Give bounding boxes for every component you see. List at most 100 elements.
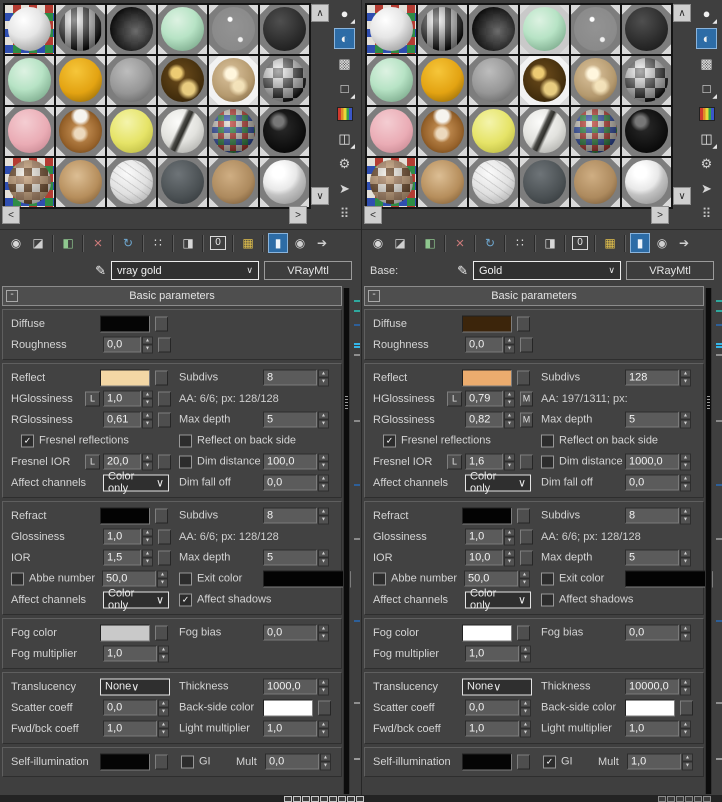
spin-down-button[interactable]: ▼ (318, 419, 329, 428)
spin-down-button[interactable]: ▼ (504, 419, 515, 428)
refract-affect-channels-dropdown[interactable]: Color only ∨ (465, 588, 531, 612)
material-slot-yellow[interactable] (107, 107, 156, 156)
reflect-map-button[interactable] (517, 370, 530, 385)
refract-subdivs-field[interactable]: 8 (625, 507, 679, 524)
ior-field[interactable]: 10,0 (465, 549, 503, 566)
video-color-check-icon[interactable] (696, 103, 717, 124)
material-slot-dark-gray[interactable] (622, 5, 671, 54)
spin-up-button[interactable]: ▲ (680, 411, 691, 420)
dim-distance-spinner[interactable]: ▲ ▼ (318, 453, 329, 470)
fwd-bck-coeff-field[interactable]: 1,0 (465, 720, 519, 737)
material-slot-dark-gray[interactable] (260, 5, 309, 54)
fog-bias-field[interactable]: 0,0 (263, 624, 317, 641)
fresnel-ior-spinner[interactable]: ▲ ▼ (142, 453, 153, 470)
params-scrollbar[interactable] (705, 288, 712, 794)
material-map-navigator-icon[interactable]: ⠿ (696, 203, 717, 224)
abbe-number-field[interactable]: 50,0 (102, 570, 156, 587)
params-scrollbar[interactable] (343, 288, 350, 794)
roughness-map-button[interactable] (158, 337, 171, 352)
spin-down-button[interactable]: ▼ (504, 344, 515, 353)
abbe-number-checkbox[interactable] (373, 572, 386, 585)
spin-down-button[interactable]: ▼ (680, 515, 691, 524)
spin-up-button[interactable]: ▲ (142, 528, 153, 537)
reflect-map-button[interactable] (155, 370, 168, 385)
ior-field[interactable]: 1,5 (103, 549, 141, 566)
light-multiplier-field[interactable]: 1,0 (263, 720, 317, 737)
fresnel-reflections-checkbox[interactable]: ✓ (383, 434, 396, 447)
make-preview-icon[interactable]: ◫ ◢ (696, 128, 717, 151)
spin-up-button[interactable]: ▲ (504, 528, 515, 537)
reflect-affect-channels-dropdown[interactable]: Color only ∨ (103, 471, 169, 495)
exit-color-checkbox[interactable] (541, 572, 554, 585)
translucency-dropdown[interactable]: None ∨ (100, 678, 170, 695)
spin-down-button[interactable]: ▼ (158, 653, 169, 662)
palette-scroll-up-button[interactable]: ∧ (673, 4, 691, 22)
hglossiness-field[interactable]: 1,0 (103, 390, 141, 407)
mult-field[interactable]: 0,0 (265, 753, 319, 770)
gi-checkbox[interactable] (181, 755, 194, 768)
spin-up-button[interactable]: ▲ (157, 570, 168, 579)
material-slot-gray[interactable] (469, 56, 518, 105)
abbe-number-field[interactable]: 50,0 (464, 570, 518, 587)
fog-multiplier-field[interactable]: 1,0 (103, 645, 157, 662)
sample-type-sphere-icon[interactable]: ● ◢ (696, 3, 717, 25)
spin-down-button[interactable]: ▼ (320, 761, 331, 770)
ior-map-button[interactable] (158, 550, 171, 565)
spin-down-button[interactable]: ▼ (504, 557, 515, 566)
dim-distance-field[interactable]: 1000,0 (625, 453, 679, 470)
material-slot-white-glossy-on-checker[interactable] (5, 5, 54, 54)
palette-scroll-right-button[interactable]: > (289, 206, 307, 224)
params-scrollbar-thumb[interactable] (344, 288, 349, 794)
spin-up-button[interactable]: ▲ (680, 720, 691, 729)
spin-up-button[interactable]: ▲ (504, 390, 515, 399)
fresnel-ior-lock-button[interactable]: L (85, 454, 100, 469)
palette-scroll-down-button[interactable]: ∨ (311, 187, 329, 205)
params-scrollbar-thumb[interactable] (706, 288, 711, 794)
hglossiness-spinner[interactable]: ▲ ▼ (504, 390, 515, 407)
collapse-icon[interactable]: - (368, 290, 380, 302)
thickness-field[interactable]: 10000,0 (625, 678, 679, 695)
ior-spinner[interactable]: ▲ ▼ (504, 549, 515, 566)
go-to-parent-icon[interactable]: ◉ (652, 233, 672, 253)
roughness-field[interactable]: 0,0 (465, 336, 503, 353)
rollout-header[interactable]: - Basic parameters (2, 286, 342, 306)
spin-down-button[interactable]: ▼ (680, 728, 691, 737)
abbe-number-checkbox[interactable] (11, 572, 24, 585)
scatter-coeff-field[interactable]: 0,0 (465, 699, 519, 716)
affect-shadows-checkbox[interactable] (541, 593, 554, 606)
material-slot-beige-gold-shiny[interactable] (209, 56, 258, 105)
background-checker-icon[interactable]: ▩ (334, 53, 355, 74)
fwd-bck-coeff-field[interactable]: 1,0 (103, 720, 157, 737)
spin-down-button[interactable]: ▼ (680, 419, 691, 428)
refract-glossiness-field[interactable]: 1,0 (103, 528, 141, 545)
diffuse-color-swatch[interactable] (462, 315, 512, 332)
affect-shadows-checkbox[interactable]: ✓ (179, 593, 192, 606)
roughness-map-button[interactable] (520, 337, 533, 352)
spin-down-button[interactable]: ▼ (142, 536, 153, 545)
spin-down-button[interactable]: ▼ (680, 482, 691, 491)
ior-map-button[interactable] (520, 550, 533, 565)
material-slot-black-white-stripes[interactable] (418, 5, 467, 54)
spin-down-button[interactable]: ▼ (318, 686, 329, 695)
material-slot-light-wood[interactable] (418, 158, 467, 207)
put-to-library-icon[interactable]: ◨ (178, 233, 198, 253)
dim-fall-off-field[interactable]: 0,0 (625, 474, 679, 491)
make-preview-icon[interactable]: ◫ ◢ (334, 128, 355, 151)
diffuse-map-button[interactable] (155, 316, 168, 331)
thickness-spinner[interactable]: ▲ ▼ (318, 678, 329, 695)
fresnel-ior-field[interactable]: 1,6 (465, 453, 503, 470)
background-checker-icon[interactable]: ▩ (696, 53, 717, 74)
options-icon[interactable]: ⚙ (696, 153, 717, 174)
spin-down-button[interactable]: ▼ (318, 482, 329, 491)
material-slot-photo-collage-checker[interactable] (367, 158, 416, 207)
light-multiplier-spinner[interactable]: ▲ ▼ (318, 720, 329, 737)
spin-down-button[interactable]: ▼ (318, 557, 329, 566)
spin-up-button[interactable]: ▲ (318, 549, 329, 558)
spin-up-button[interactable]: ▲ (504, 549, 515, 558)
material-slot-coffee-latte[interactable] (56, 107, 105, 156)
scatter-coeff-spinner[interactable]: ▲ ▼ (520, 699, 531, 716)
spin-down-button[interactable]: ▼ (142, 344, 153, 353)
sample-type-sphere-icon[interactable]: ● ◢ (334, 3, 355, 25)
rglossiness-field[interactable]: 0,61 (103, 411, 141, 428)
video-color-check-icon[interactable] (334, 103, 355, 124)
